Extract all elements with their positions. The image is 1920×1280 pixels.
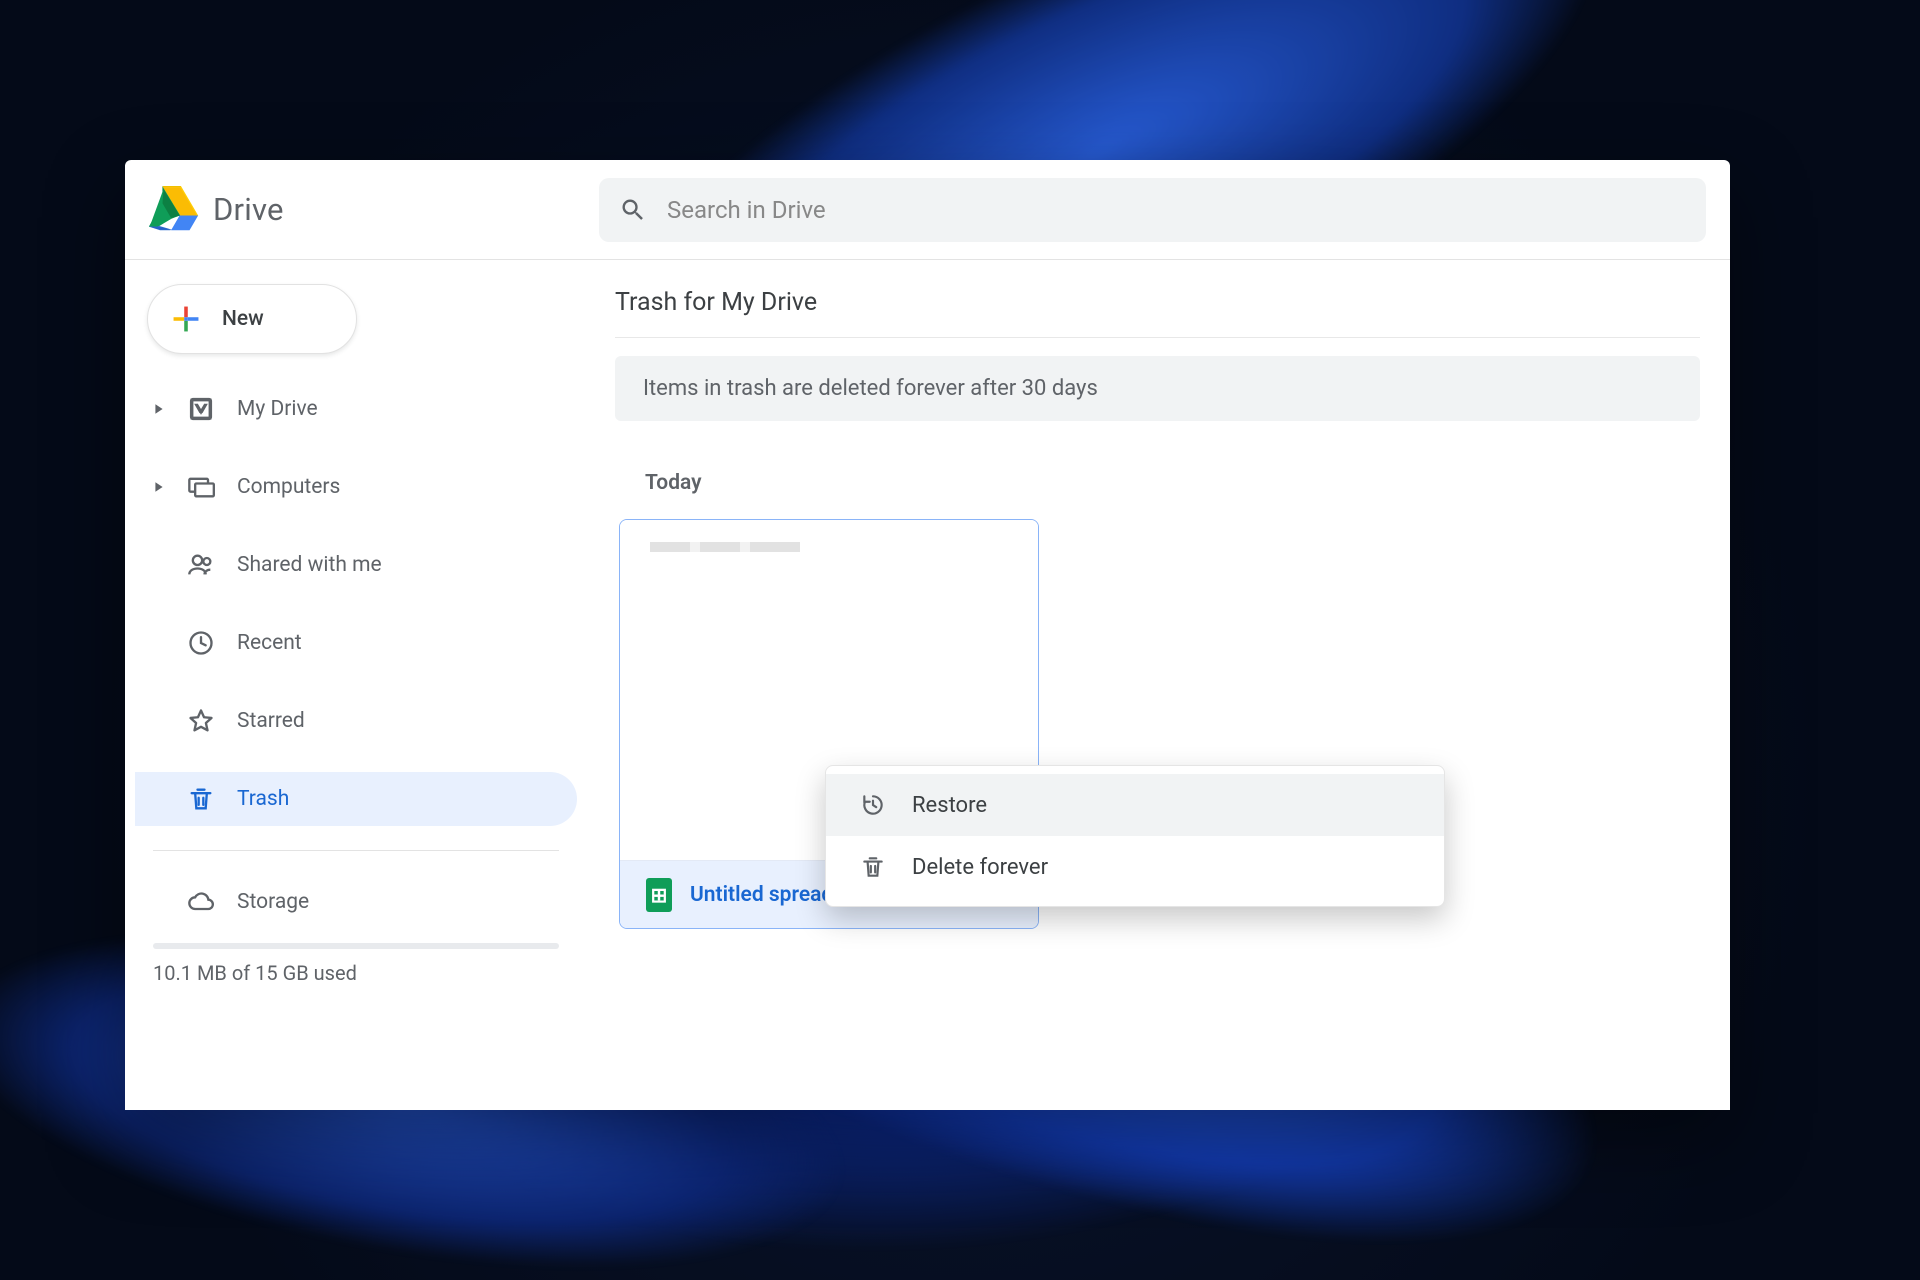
desktop-wallpaper: Drive Search in Drive New [0, 0, 1920, 1280]
sidebar-item-shared[interactable]: Shared with me [135, 538, 577, 592]
top-bar: Drive Search in Drive [125, 160, 1730, 260]
sidebar-item-label: Shared with me [237, 553, 382, 577]
star-icon [187, 707, 215, 735]
ctx-restore[interactable]: Restore [826, 774, 1444, 836]
new-button[interactable]: New [147, 284, 357, 354]
sidebar-item-label: My Drive [237, 397, 318, 421]
sidebar-item-starred[interactable]: Starred [135, 694, 577, 748]
ctx-item-label: Delete forever [912, 855, 1048, 880]
trash-notice: Items in trash are deleted forever after… [615, 356, 1700, 421]
people-icon [187, 551, 215, 579]
sidebar: New My Drive Computers Shared with me [125, 260, 585, 1110]
computers-icon [187, 473, 215, 501]
sidebar-item-label: Computers [237, 475, 340, 499]
search-icon [619, 196, 647, 224]
product-name: Drive [213, 191, 284, 228]
plus-icon [170, 303, 202, 335]
storage-progress [153, 943, 559, 949]
sidebar-item-recent[interactable]: Recent [135, 616, 577, 670]
sidebar-item-my-drive[interactable]: My Drive [135, 382, 577, 436]
chevron-right-icon [153, 403, 165, 415]
sidebar-item-trash[interactable]: Trash [135, 772, 577, 826]
section-heading: Today [645, 471, 1700, 495]
drive-logo-icon [145, 186, 199, 234]
context-menu: Restore Delete forever [825, 765, 1445, 907]
restore-icon [860, 792, 886, 818]
ctx-item-label: Restore [912, 793, 987, 818]
search-input[interactable]: Search in Drive [599, 178, 1706, 242]
sidebar-item-storage[interactable]: Storage [135, 875, 577, 929]
trash-icon [187, 785, 215, 813]
storage-text: 10.1 MB of 15 GB used [153, 961, 577, 985]
sheets-icon: ⊞ [646, 878, 672, 912]
sidebar-item-computers[interactable]: Computers [135, 460, 577, 514]
sidebar-item-label: Starred [237, 709, 305, 733]
sidebar-item-label: Storage [237, 890, 309, 914]
sidebar-item-label: Recent [237, 631, 302, 655]
ctx-delete-forever[interactable]: Delete forever [826, 836, 1444, 898]
main-panel: Trash for My Drive Items in trash are de… [585, 260, 1730, 1110]
trash-icon [860, 854, 886, 880]
clock-icon [187, 629, 215, 657]
drive-icon [187, 395, 215, 423]
page-title: Trash for My Drive [615, 288, 1700, 317]
search-placeholder: Search in Drive [667, 196, 826, 224]
product-lockup[interactable]: Drive [145, 186, 575, 234]
chevron-right-icon [153, 481, 165, 493]
new-button-label: New [222, 307, 264, 331]
sidebar-item-label: Trash [237, 787, 289, 811]
drive-window: Drive Search in Drive New [125, 160, 1730, 1110]
cloud-icon [187, 888, 215, 916]
